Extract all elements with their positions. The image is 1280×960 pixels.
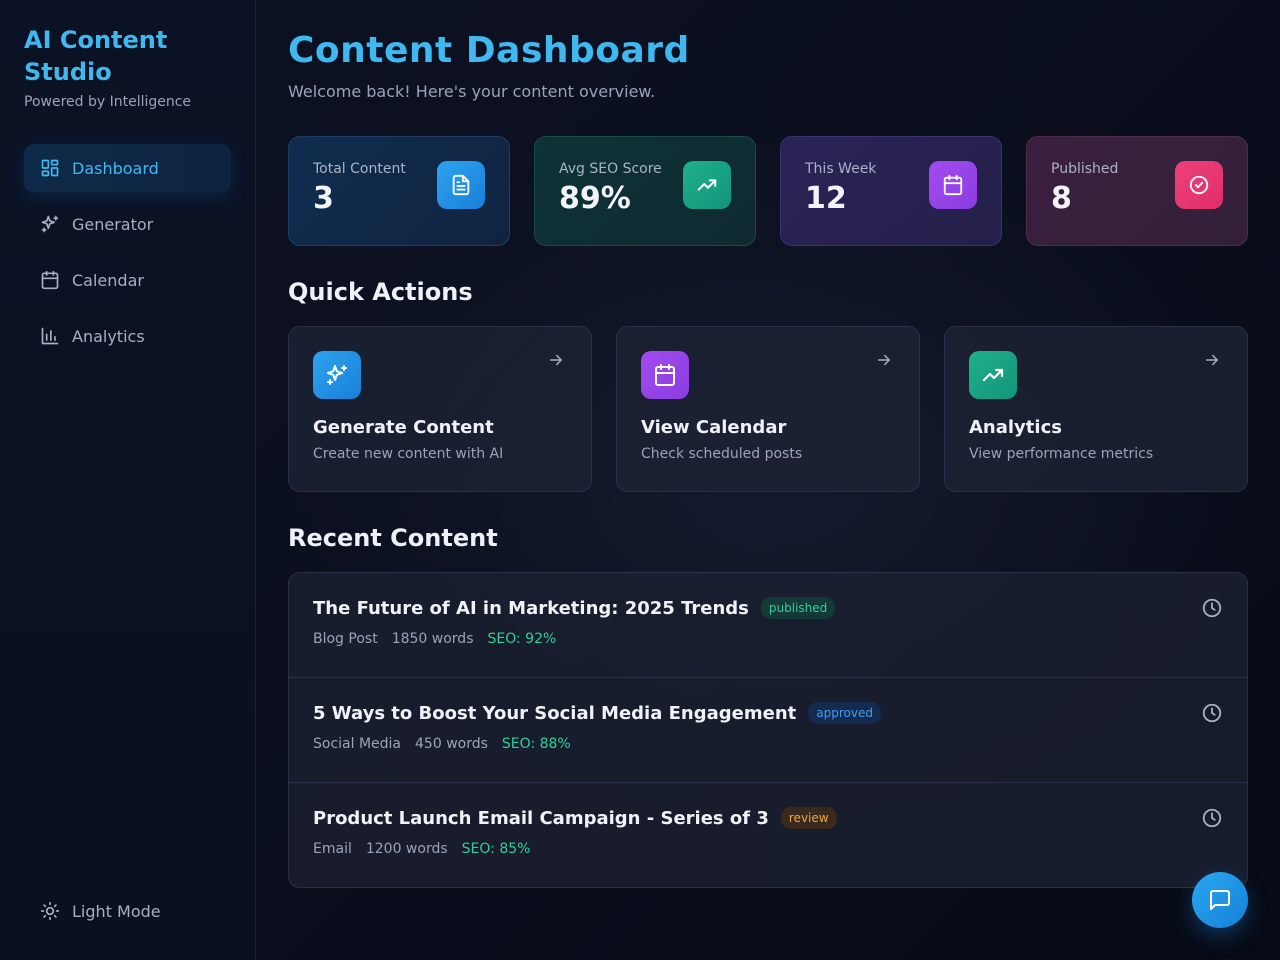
action-title: Analytics	[969, 417, 1062, 438]
arrow-right-icon	[1203, 351, 1223, 371]
trending-up-icon	[969, 351, 1017, 399]
action-description: Check scheduled posts	[641, 446, 803, 462]
content-type: Social Media	[313, 736, 402, 752]
content-title: The Future of AI in Marketing: 2025 Tren…	[313, 597, 749, 619]
action-title: View Calendar	[641, 417, 787, 438]
brand-subtitle: Powered by Intelligence	[24, 94, 192, 110]
recent-content-title: Recent Content	[288, 524, 498, 552]
stat-card-avg-seo: Avg SEO Score 89%	[534, 136, 756, 246]
brand-title: AI Content Studio	[24, 26, 168, 86]
page-title: Content Dashboard	[288, 30, 690, 71]
seo-score: SEO: 92%	[487, 631, 557, 647]
action-description: View performance metrics	[969, 446, 1154, 462]
calendar-icon	[40, 270, 60, 290]
action-title: Generate Content	[313, 417, 494, 438]
sparkles-icon	[313, 351, 361, 399]
calendar-icon	[641, 351, 689, 399]
sidebar: AI Content Studio Powered by Intelligenc…	[0, 0, 256, 960]
content-type: Email	[313, 841, 352, 857]
seo-score: SEO: 85%	[461, 841, 531, 857]
status-badge: review	[780, 807, 837, 829]
sidebar-item-label: Generator	[72, 214, 154, 234]
recent-content-list: The Future of AI in Marketing: 2025 Tren…	[288, 572, 1248, 888]
list-item[interactable]: The Future of AI in Marketing: 2025 Tren…	[289, 573, 1247, 678]
clock-icon[interactable]	[1201, 807, 1223, 829]
check-circle-icon	[1175, 161, 1223, 209]
list-item[interactable]: 5 Ways to Boost Your Social Media Engage…	[289, 678, 1247, 783]
sidebar-item-generator[interactable]: Generator	[24, 200, 231, 248]
light-mode-label: Light Mode	[72, 901, 161, 921]
document-icon	[437, 161, 485, 209]
seo-score: SEO: 88%	[501, 736, 571, 752]
light-mode-toggle[interactable]: Light Mode	[24, 888, 231, 934]
trending-up-icon	[683, 161, 731, 209]
sidebar-item-label: Analytics	[72, 326, 145, 346]
dashboard-icon	[40, 158, 60, 178]
sidebar-item-calendar[interactable]: Calendar	[24, 256, 231, 304]
word-count: 1850 words	[391, 631, 474, 647]
sidebar-item-dashboard[interactable]: Dashboard	[24, 144, 231, 192]
word-count: 450 words	[415, 736, 488, 752]
calendar-icon	[929, 161, 977, 209]
arrow-right-icon	[547, 351, 567, 371]
content-title: 5 Ways to Boost Your Social Media Engage…	[313, 702, 797, 724]
status-badge: approved	[808, 702, 881, 724]
clock-icon[interactable]	[1201, 702, 1223, 724]
quick-actions-title: Quick Actions	[288, 278, 473, 306]
stat-card-published: Published 8	[1026, 136, 1248, 246]
chat-button[interactable]	[1192, 872, 1248, 928]
action-description: Create new content with AI	[313, 446, 504, 462]
word-count: 1200 words	[365, 841, 448, 857]
arrow-right-icon	[875, 351, 895, 371]
stats-row: Total Content 3 Avg SEO Score 89% This W…	[288, 136, 1248, 246]
chat-icon	[1208, 888, 1232, 912]
quick-actions: Generate Content Create new content with…	[288, 326, 1248, 492]
sidebar-item-analytics[interactable]: Analytics	[24, 312, 231, 360]
sparkles-icon	[40, 214, 60, 234]
content-title: Product Launch Email Campaign - Series o…	[313, 807, 769, 829]
view-calendar-card[interactable]: View Calendar Check scheduled posts	[616, 326, 920, 492]
stat-card-total-content: Total Content 3	[288, 136, 510, 246]
page-subtitle: Welcome back! Here's your content overvi…	[288, 82, 656, 101]
sidebar-item-label: Calendar	[72, 270, 144, 290]
clock-icon[interactable]	[1201, 597, 1223, 619]
generate-content-card[interactable]: Generate Content Create new content with…	[288, 326, 592, 492]
sun-icon	[40, 901, 60, 921]
bar-chart-icon	[40, 326, 60, 346]
sidebar-nav: Dashboard Generator Calendar Analytics	[24, 144, 231, 368]
status-badge: published	[760, 597, 836, 619]
stat-card-this-week: This Week 12	[780, 136, 1002, 246]
sidebar-item-label: Dashboard	[72, 158, 159, 178]
content-type: Blog Post	[313, 631, 378, 647]
analytics-card[interactable]: Analytics View performance metrics	[944, 326, 1248, 492]
list-item[interactable]: Product Launch Email Campaign - Series o…	[289, 783, 1247, 887]
